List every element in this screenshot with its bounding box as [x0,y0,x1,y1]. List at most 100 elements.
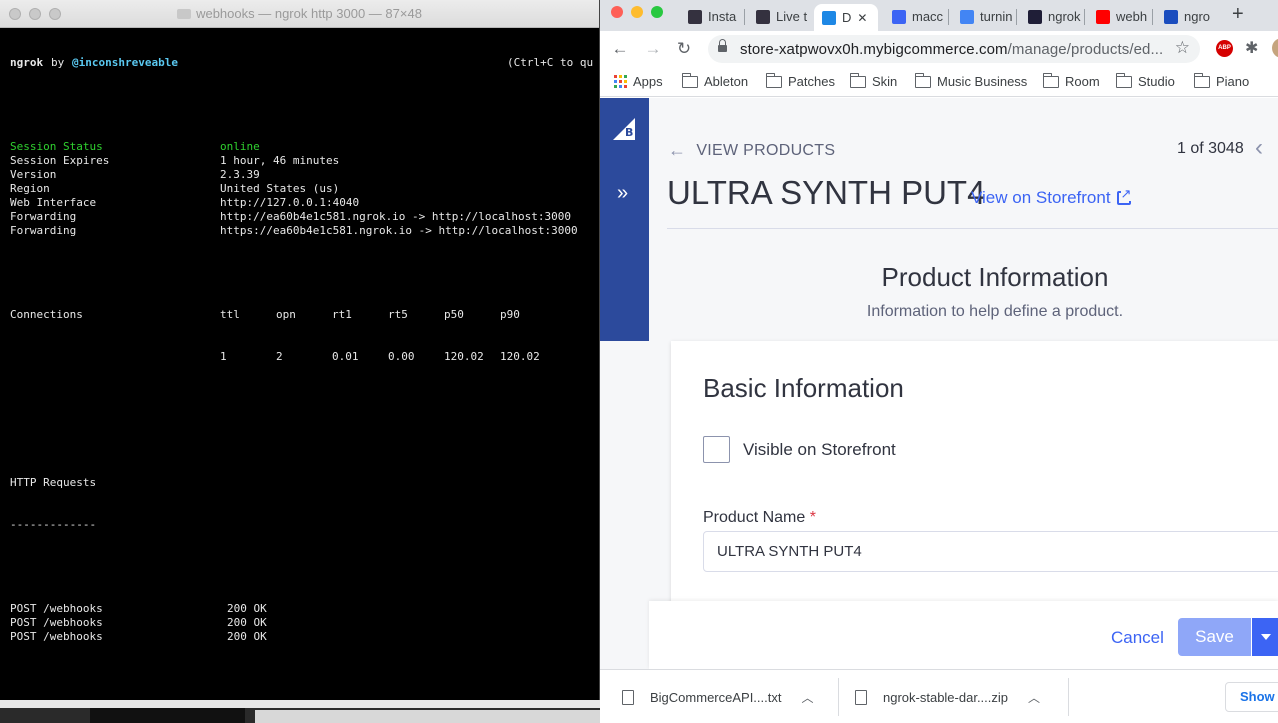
browser-tab[interactable]: ngrok [1020,4,1082,29]
section-subtitle: Information to help define a product. [866,303,1124,320]
file-icon [855,689,867,705]
status-value: https://ea60b4e1c581.ngrok.io -> http://… [220,224,578,237]
reload-icon[interactable]: ↻ [673,38,695,60]
zoom-window-icon[interactable] [651,6,663,18]
bigcommerce-icon [756,9,770,24]
bookmarks-bar: Apps Ableton Patches Skin Music Business Room… [600,67,1278,97]
bookmark-item[interactable]: Music Business [914,72,1028,89]
conn-value: 120.02 [444,350,484,363]
status-label: Session Expires [10,154,110,167]
status-row: Forwarding http://ea60b4e1c581.ngrok.io -… [10,210,599,224]
bookmark-label: Piano [1216,74,1250,89]
address-bar[interactable]: store-xatpwovx0h.mybigcommerce.com/manag… [708,35,1200,63]
folder-icon [1042,72,1059,88]
status-row: Forwarding https://ea60b4e1c581.ngrok.io … [10,224,599,238]
browser-tab[interactable]: Live t [748,4,810,29]
chevron-up-icon[interactable]: ︿ [801,689,813,706]
status-value: 1 hour, 46 minutes [220,154,340,167]
tab-label: D [842,10,852,25]
folder-icon [681,72,698,88]
browser-tab[interactable]: Insta [680,4,742,29]
product-editor: ← VIEW PRODUCTS 1 of 3048 ‹ ULTRA SYNTH … [649,98,1278,669]
visible-on-storefront-label[interactable]: Visible on Storefront [743,440,896,460]
product-name-input[interactable] [703,531,1278,572]
request-status: 200 OK [227,602,267,615]
desktop-background [0,708,600,723]
terminal-output[interactable]: ngrok by @inconshreveable (Ctrl+C to qu … [10,28,599,698]
browser-window-controls [611,6,663,18]
terminal-horizontal-scrollbar[interactable] [0,700,600,708]
connections-values-row: 1 2 0.01 0.00 120.02 120.02 [10,350,599,364]
bookmark-item[interactable]: Piano [1193,72,1250,89]
download-item[interactable]: ngrok-stable-dar....zip ︿ [855,670,1040,723]
conn-value: 1 [220,350,227,363]
request-status: 200 OK [227,630,267,643]
status-value: http://127.0.0.1:4040 [220,196,360,209]
status-row: Session Expires 1 hour, 46 minutes [10,154,599,168]
connections-label: Connections [10,308,83,321]
adblock-plus-icon[interactable]: ABP [1216,40,1233,57]
back-arrow-icon[interactable]: ← [609,38,631,60]
new-tab-button[interactable]: + [1232,3,1244,26]
conn-header: rt1 [332,308,352,321]
bookmark-label: Music Business [937,74,1028,89]
extensions-puzzle-icon[interactable]: ✱ [1245,38,1258,58]
lock-icon[interactable] [718,39,727,54]
bookmark-item[interactable]: Skin [849,72,898,89]
view-products-link[interactable]: ← VIEW PRODUCTS [668,140,835,161]
view-on-storefront-link[interactable]: View on Storefront [971,187,1132,208]
author-handle: @inconshreveable [72,56,178,69]
basic-information-card: Basic Information Visible on Storefront … [671,341,1278,611]
status-value: http://ea60b4e1c581.ngrok.io -> http://l… [220,210,571,223]
visible-on-storefront-checkbox[interactable] [703,436,730,463]
cancel-button[interactable]: Cancel [1111,628,1164,648]
by-text: by [51,56,65,69]
download-item[interactable]: BigCommerceAPI....txt ︿ [622,670,814,723]
minimize-window-icon[interactable] [631,6,643,18]
chevron-left-icon[interactable]: ‹ [1255,134,1263,162]
folder-icon [765,72,782,88]
quit-hint: (Ctrl+C to qu [507,56,594,69]
bookmark-label: Studio [1138,74,1175,89]
bookmark-item[interactable]: Room [1042,72,1100,89]
bookmark-star-icon[interactable]: ☆ [1175,38,1190,58]
terminal-titlebar[interactable]: webhooks — ngrok http 3000 — 87×48 [0,0,599,28]
browser-tab[interactable]: ngro [1156,4,1218,29]
expand-sidebar-icon[interactable]: » [617,182,628,205]
status-label: Forwarding [10,210,77,223]
browser-tab[interactable]: turnin [952,4,1014,29]
close-window-icon[interactable] [611,6,623,18]
bigcommerce-logo-icon[interactable]: B [611,116,637,142]
terminal-window[interactable]: webhooks — ngrok http 3000 — 87×48 ngrok… [0,0,600,708]
bookmark-item[interactable]: Studio [1115,72,1175,89]
http-requests-heading: HTTP Requests [10,476,97,489]
bookmark-item[interactable]: Apps [614,74,663,89]
tab-label: turnin [980,9,1013,24]
show-all-downloads-button[interactable]: Show all [1225,682,1278,712]
status-label: Session Status [10,140,103,153]
save-options-dropdown[interactable] [1252,618,1278,656]
status-value: 2.3.39 [220,168,260,181]
forward-arrow-icon[interactable]: → [642,38,664,60]
conn-header: rt5 [388,308,408,321]
save-button[interactable]: Save [1178,618,1251,656]
status-row: Web Interface http://127.0.0.1:4040 [10,196,599,210]
status-row: Region United States (us) [10,182,599,196]
chevron-up-icon[interactable]: ︿ [1028,689,1040,706]
browser-window[interactable]: Insta Live t D ✕ macc turnin ngrok webh ngro + ←… [600,0,1278,723]
arrow-left-icon: ← [668,140,687,160]
browser-tab[interactable]: D ✕ [814,4,878,31]
close-tab-icon[interactable]: ✕ [857,11,867,25]
bookmark-item[interactable]: Ableton [681,72,749,89]
browser-tab[interactable]: macc [884,4,946,29]
connections-header-row: Connections ttl opn rt1 rt5 p50 p90 [10,308,599,322]
tab-strip: Insta Live t D ✕ macc turnin ngrok webh ngro + [600,0,1278,31]
bookmark-label: Ableton [704,74,749,89]
bookmark-item[interactable]: Patches [765,72,835,89]
terminal-title: webhooks — ngrok http 3000 — 87×48 [0,6,599,21]
action-bar: Cancel Save [649,601,1278,669]
browser-tab[interactable]: webh [1088,4,1150,29]
status-row: Session Status online [10,140,599,154]
bookmark-label: Skin [872,74,898,89]
profile-avatar[interactable] [1272,38,1278,58]
